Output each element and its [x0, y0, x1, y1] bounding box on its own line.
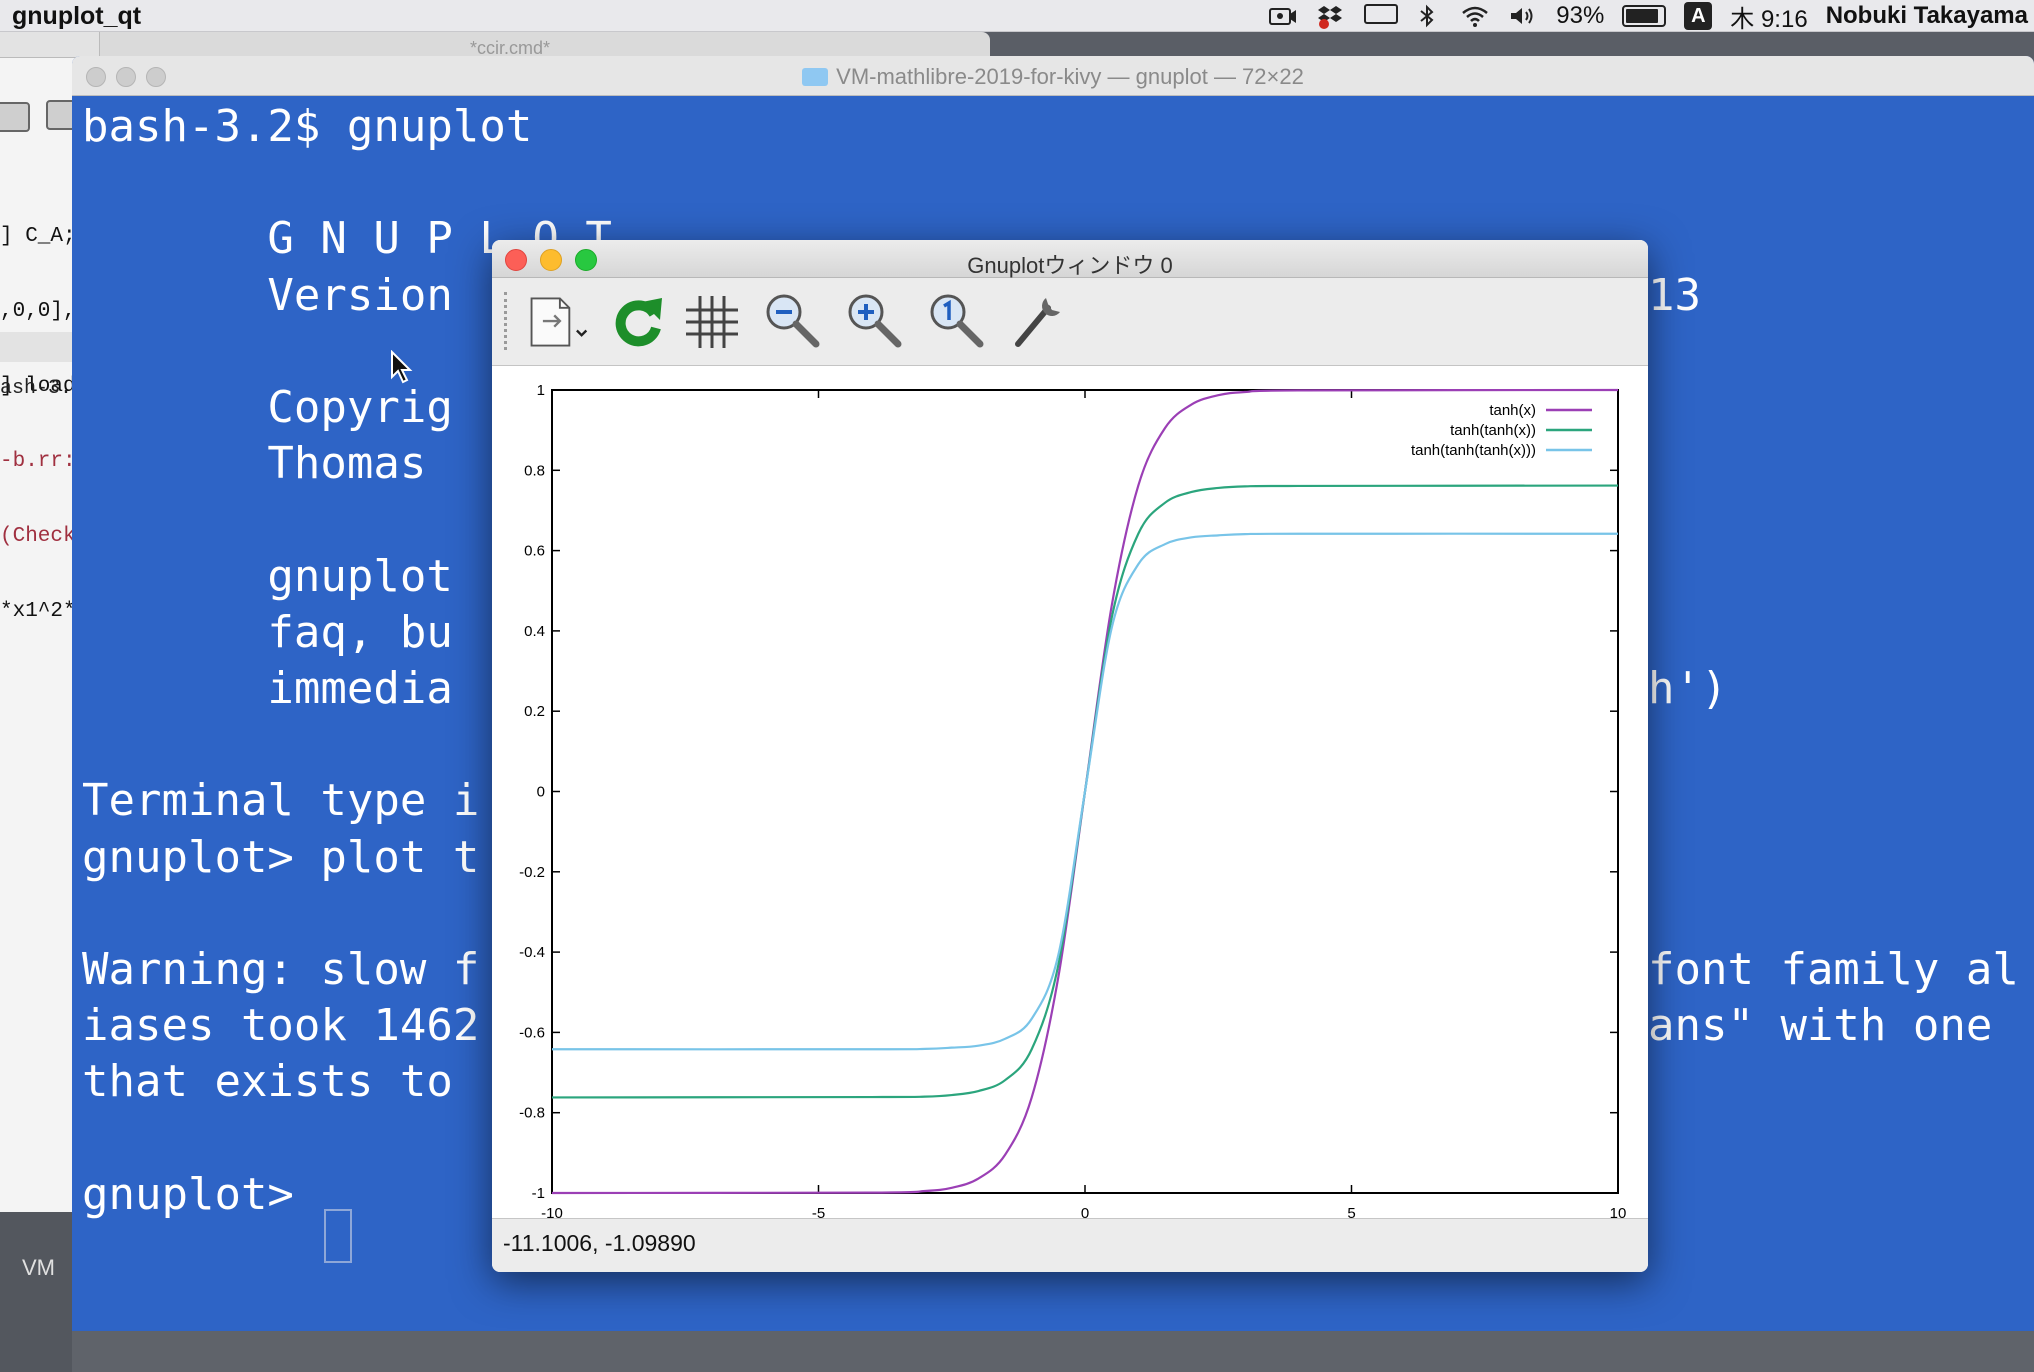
gnuplot-titlebar[interactable]: Gnuplotウィンドウ 0: [492, 240, 1648, 278]
code-line: -b.rr:: [0, 450, 76, 473]
input-source-indicator[interactable]: A: [1684, 2, 1713, 30]
zoom-out-icon[interactable]: [758, 288, 826, 356]
settings-wrench-icon[interactable]: [1004, 288, 1072, 356]
export-menu-icon[interactable]: [524, 288, 592, 356]
terminal-line-fragment: ans" with one: [1648, 1000, 1993, 1052]
terminal-line: immedia: [82, 663, 453, 714]
folder-icon[interactable]: [0, 102, 30, 132]
y-tick-label: 0.2: [524, 703, 545, 720]
display-mirroring-icon[interactable]: [1364, 4, 1399, 28]
terminal-line: Version: [82, 269, 453, 321]
y-tick-label: -0.8: [519, 1105, 545, 1122]
y-tick-label: 0.8: [524, 462, 545, 479]
y-tick-label: 0: [537, 784, 545, 801]
terminal-line: iases took 1462: [82, 1000, 480, 1052]
code-line: *x1^2*: [0, 600, 76, 623]
gnuplot-toolbar: [492, 278, 1648, 366]
y-tick-label: -1: [532, 1185, 545, 1202]
gnuplot-title: Gnuplotウィンドウ 0: [967, 253, 1173, 278]
terminal-line: Thomas: [82, 438, 427, 490]
background-left-titlebar: [0, 32, 99, 58]
terminal-line: Terminal type i: [82, 775, 480, 827]
terminal-title: VM-mathlibre-2019-for-kivy — gnuplot — 7…: [836, 64, 1304, 89]
terminal-titlebar[interactable]: VM-mathlibre-2019-for-kivy — gnuplot — 7…: [72, 56, 2034, 96]
vm-panel: [0, 1212, 80, 1372]
legend-label: tanh(tanh(x)): [1450, 422, 1536, 439]
menu-bar: gnuplot_qt 93% A 木 9:16 Nobuki Takayama: [0, 0, 2034, 34]
background-code-text: ] C_A; ,0,0], ] load -b.rr: (Check *x1^2…: [0, 174, 76, 674]
mouse-coordinates: -11.1006, -1.09890: [503, 1230, 696, 1256]
wifi-icon[interactable]: [1460, 4, 1490, 28]
vm-label[interactable]: VM: [22, 1255, 55, 1281]
desktop-bottom: [72, 1331, 2034, 1372]
background-shell-prompt: ash-3.: [0, 377, 73, 400]
code-line: (Check: [0, 525, 76, 548]
legend-label: tanh(x): [1489, 402, 1536, 419]
x-tick-label: 0: [1081, 1205, 1089, 1218]
y-tick-label: -0.6: [519, 1024, 545, 1041]
plot-area[interactable]: -10 -5 0 5 10 -1 -0.8 -0.6 -0.4 -0.2 0 0.2 0.4 0.6 0.8…: [492, 366, 1648, 1222]
terminal-line: Copyrig: [82, 382, 453, 433]
mouse-pointer-icon: [390, 349, 414, 389]
battery-icon[interactable]: [1622, 5, 1667, 27]
x-tick-label: -10: [541, 1205, 563, 1218]
dropbox-icon[interactable]: [1316, 4, 1346, 29]
gnuplot-statusbar: -11.1006, -1.09890: [492, 1218, 1648, 1272]
series-line-3: [551, 532, 1619, 1051]
bluetooth-icon[interactable]: [1412, 4, 1442, 28]
y-tick-label: 1: [537, 382, 545, 399]
folder-icon: [802, 68, 829, 86]
toolbar-grip: [504, 292, 507, 350]
terminal-line-fragment: h'): [1648, 663, 1728, 714]
screen-record-icon[interactable]: [1268, 4, 1298, 28]
menubar-user[interactable]: Nobuki Takayama: [1826, 2, 2028, 30]
y-tick-label: -0.2: [519, 864, 545, 881]
x-tick-label: 5: [1347, 1205, 1355, 1218]
terminal-line: bash-3.2$ gnuplot: [82, 101, 533, 152]
y-tick-label: 0.4: [524, 623, 545, 640]
gnuplot-window[interactable]: Gnuplotウィンドウ 0 -10 -5 0 5 10 -1 -0.8 -0.6 -0.4 -0…: [492, 240, 1648, 1272]
volume-icon[interactable]: [1508, 4, 1538, 28]
zoom-reset-icon[interactable]: [922, 288, 990, 356]
code-line: ] C_A;: [0, 225, 76, 248]
legend-label: tanh(tanh(tanh(x))): [1411, 442, 1536, 459]
terminal-line: faq, bu: [82, 606, 453, 658]
code-line: ,0,0],: [0, 300, 76, 323]
replot-icon[interactable]: [604, 288, 672, 356]
terminal-line-fragment: font family al: [1648, 944, 2019, 995]
grid-icon[interactable]: [678, 288, 746, 356]
y-tick-label: 0.6: [524, 543, 545, 560]
zoom-in-icon[interactable]: [840, 288, 908, 356]
menubar-clock[interactable]: 木 9:16: [1730, 0, 1807, 34]
terminal-line-fragment: 13: [1648, 269, 1701, 321]
app-menu-name[interactable]: gnuplot_qt: [12, 2, 141, 31]
terminal-line: gnuplot>: [82, 1168, 321, 1220]
status-area: 93% A 木 9:16 Nobuki Takayama: [1268, 0, 2034, 34]
terminal-line: gnuplot> plot t: [82, 831, 480, 883]
battery-percent: 93%: [1556, 2, 1605, 29]
y-tick-label: -0.4: [519, 944, 545, 961]
x-tick-label: 10: [1610, 1205, 1627, 1218]
terminal-cursor: [324, 1209, 352, 1263]
terminal-line: Warning: slow f: [82, 944, 480, 995]
terminal-line: gnuplot: [82, 550, 453, 602]
terminal-line: that exists to: [82, 1056, 453, 1108]
chart[interactable]: -10 -5 0 5 10 -1 -0.8 -0.6 -0.4 -0.2 0 0.2 0.4 0.6 0.8…: [492, 366, 1648, 1222]
x-tick-label: -5: [812, 1205, 825, 1218]
